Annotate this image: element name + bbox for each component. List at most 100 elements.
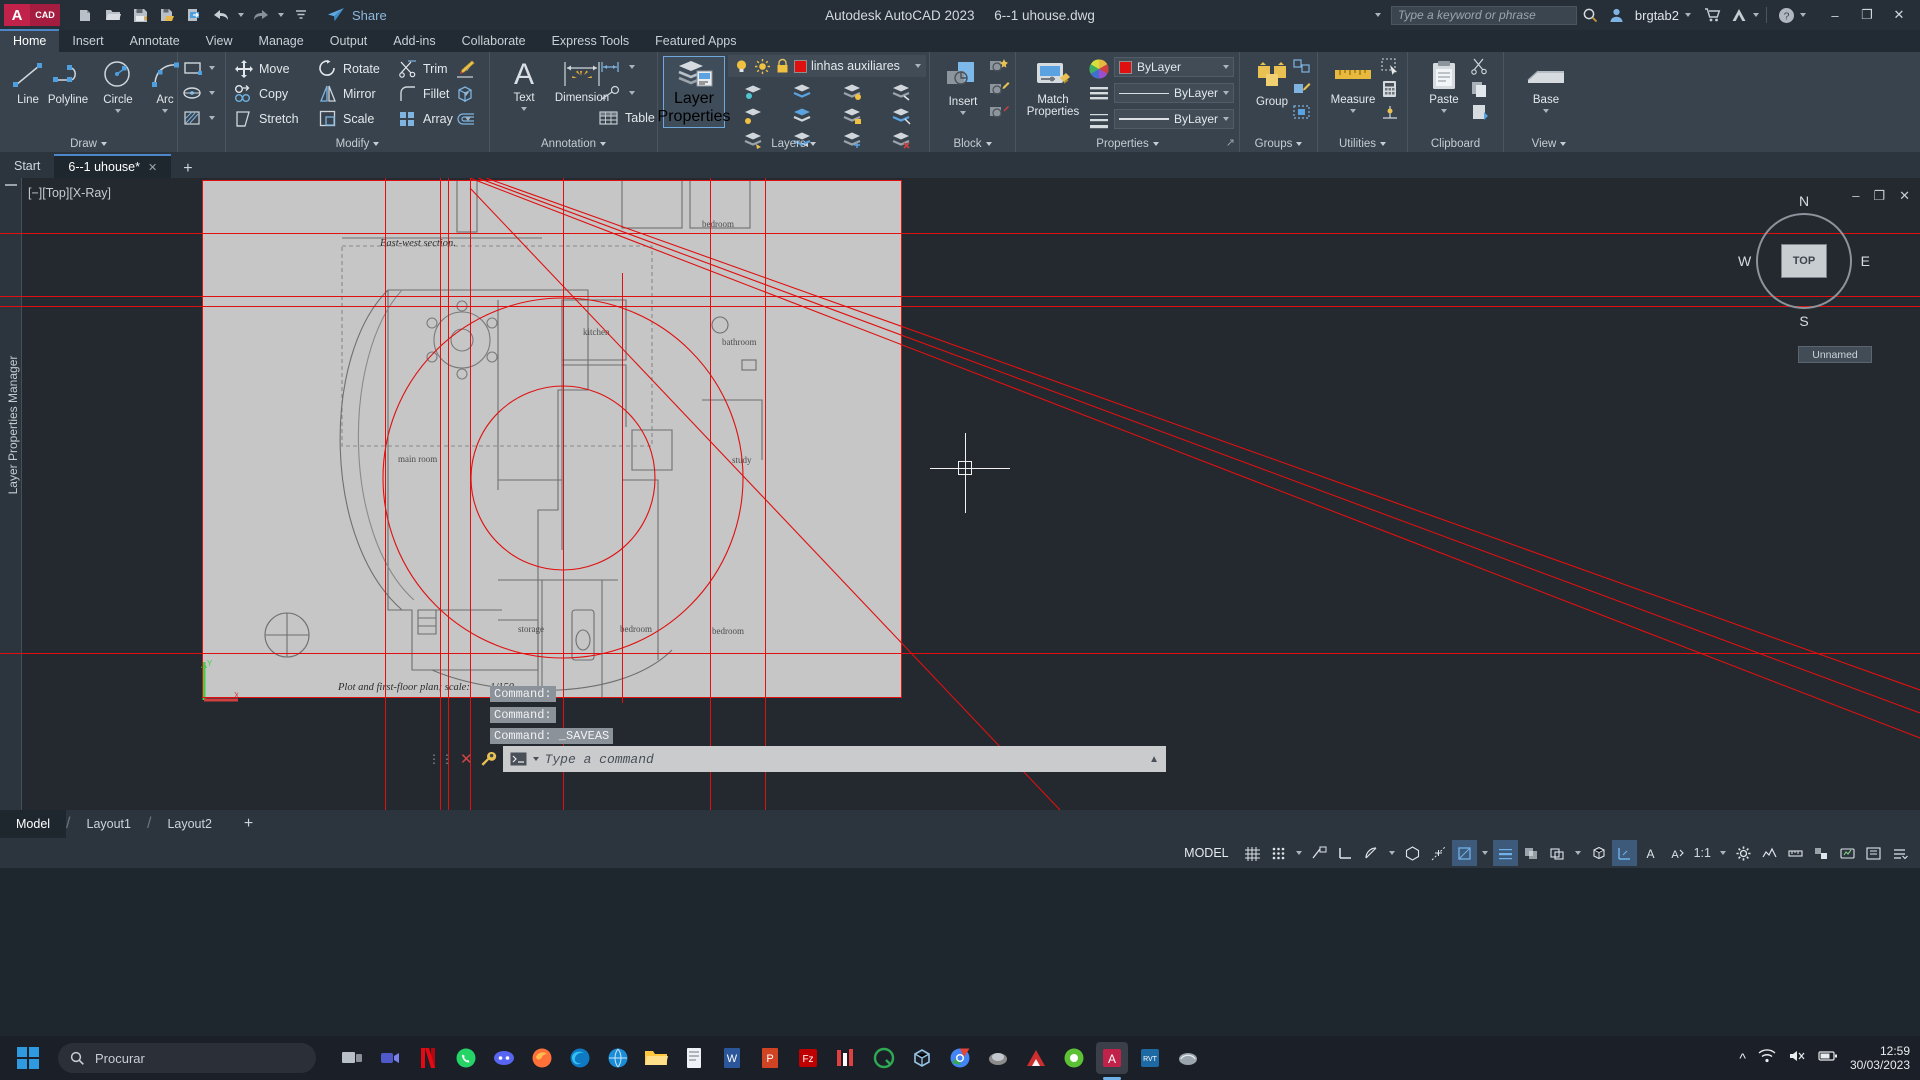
annotation-scale-caret-icon[interactable]	[1716, 840, 1730, 866]
annotation-visibility-icon[interactable]: A	[1638, 840, 1663, 866]
taskbar-sketchup-icon[interactable]	[906, 1042, 938, 1074]
layer-color-swatch[interactable]	[794, 59, 807, 73]
panel-draw-label[interactable]: Draw	[0, 138, 177, 150]
model-space-button[interactable]: MODEL	[1174, 846, 1238, 860]
panel-modify-label[interactable]: Modify	[226, 138, 489, 150]
tab-add-ins[interactable]: Add-ins	[380, 31, 448, 52]
view-cube-top-face[interactable]: TOP	[1781, 244, 1827, 278]
tab-output[interactable]: Output	[317, 31, 381, 52]
taskbar-netflix-icon[interactable]	[412, 1042, 444, 1074]
panel-layers-label[interactable]: Layers	[658, 138, 929, 150]
layer-isolate-icon[interactable]	[728, 80, 778, 104]
linetype-dropdown[interactable]: ByLayer	[1114, 83, 1234, 103]
taskbar-revit-icon[interactable]: RVT	[1134, 1042, 1166, 1074]
lineweight-icon[interactable]	[1492, 840, 1518, 866]
open-icon[interactable]	[101, 3, 125, 27]
taskbar-notepad-icon[interactable]	[678, 1042, 710, 1074]
panel-groups-label[interactable]: Groups	[1240, 138, 1317, 150]
taskbar-archicad-icon[interactable]	[1020, 1042, 1052, 1074]
leader-button[interactable]	[598, 85, 635, 101]
arc-dropdown-icon[interactable]	[162, 109, 168, 113]
add-layout-button[interactable]: +	[228, 810, 269, 838]
taskbar-autocad-icon[interactable]: A	[1096, 1042, 1128, 1080]
share-button[interactable]: Share	[326, 6, 387, 24]
annotation-autoscale-icon[interactable]: A	[1664, 840, 1689, 866]
infer-constraints-icon[interactable]	[1307, 840, 1332, 866]
quick-select-button[interactable]	[1380, 57, 1400, 75]
dropdown-icon[interactable]	[1571, 840, 1585, 866]
view-cube-north-label[interactable]: N	[1799, 193, 1809, 209]
graphics-performance-icon[interactable]	[1835, 840, 1860, 866]
layout-tab-layout1[interactable]: Layout1	[71, 810, 147, 838]
viewport-label[interactable]: [−][Top][X-Ray]	[28, 186, 111, 200]
revision-cloud-dropdown-icon[interactable]	[209, 91, 215, 95]
help-icon[interactable]: ?	[1774, 3, 1798, 27]
new-drawing-tab-button[interactable]: +	[171, 160, 204, 178]
measure-button[interactable]: Measure	[1322, 60, 1384, 113]
close-icon[interactable]: ✕	[148, 161, 157, 174]
color-wheel-icon[interactable]	[1088, 58, 1110, 80]
offset-button[interactable]	[454, 109, 476, 129]
group-edit-button[interactable]	[1292, 80, 1312, 98]
text-dropdown-icon[interactable]	[521, 107, 527, 111]
layer-freeze-tool-icon[interactable]	[827, 80, 877, 104]
taskbar-edge-icon[interactable]	[564, 1042, 596, 1074]
osnap-dropdown-icon[interactable]	[1478, 840, 1492, 866]
move-button[interactable]: Move	[234, 59, 290, 79]
erase-button[interactable]	[454, 59, 476, 79]
selection-cycling-icon[interactable]	[1545, 840, 1570, 866]
viewport-close-icon[interactable]: ✕	[1899, 188, 1910, 204]
hatch-button[interactable]	[182, 109, 215, 127]
save-icon[interactable]	[128, 3, 152, 27]
rotate-button[interactable]: Rotate	[318, 59, 380, 79]
view-cube[interactable]: TOP N S E W	[1738, 193, 1870, 329]
base-view-button[interactable]: Base	[1518, 62, 1574, 113]
help-menu-caret-icon[interactable]	[1800, 13, 1806, 17]
taskbar-powerpoint-icon[interactable]: P	[754, 1042, 786, 1074]
layer-lock-icon[interactable]	[775, 58, 790, 75]
drag-grip-icon[interactable]: ⋮⋮	[428, 753, 454, 765]
taskbar-media-app-icon[interactable]	[982, 1042, 1014, 1074]
taskbar-search-box[interactable]: Procurar	[58, 1043, 316, 1073]
panel-properties-label[interactable]: Properties	[1016, 138, 1239, 150]
layout-tab-layout2[interactable]: Layout2	[151, 810, 227, 838]
snap-dropdown-icon[interactable]	[1292, 840, 1306, 866]
paste-special-button[interactable]	[1470, 103, 1490, 121]
taskbar-audio-app-icon[interactable]	[830, 1042, 862, 1074]
close-button[interactable]: ✕	[1884, 0, 1914, 30]
tab-start[interactable]: Start	[0, 154, 54, 178]
minimize-button[interactable]: –	[1820, 0, 1850, 30]
taskbar-chrome-icon[interactable]	[944, 1042, 976, 1074]
polar-dropdown-icon[interactable]	[1385, 840, 1399, 866]
view-cube-east-label[interactable]: E	[1861, 253, 1870, 269]
help-search-input[interactable]	[1390, 5, 1577, 25]
stretch-button[interactable]: Stretch	[234, 109, 299, 129]
dynamic-ucs-icon[interactable]	[1611, 840, 1637, 866]
object-snap-tracking-icon[interactable]	[1426, 840, 1451, 866]
polyline-button[interactable]: Polyline	[40, 58, 96, 106]
show-hidden-icons-icon[interactable]: ^	[1739, 1050, 1746, 1066]
linear-dimension-button[interactable]	[598, 59, 635, 75]
insert-block-button[interactable]: Insert	[935, 60, 991, 115]
tab-home[interactable]: Home	[0, 29, 60, 52]
ucs-name-dropdown[interactable]: Unnamed	[1798, 346, 1872, 363]
3d-box-button[interactable]	[454, 84, 476, 104]
redo-dropdown-icon[interactable]	[276, 3, 286, 27]
taskbar-teams-icon[interactable]	[374, 1042, 406, 1074]
taskbar-clock[interactable]: 12:59 30/03/2023	[1850, 1044, 1910, 1072]
layer-freeze-icon[interactable]	[754, 58, 771, 75]
drawing-canvas[interactable]: Layer Properties Manager [−][Top][X-Ray]…	[0, 178, 1920, 810]
customize-icon[interactable]	[289, 3, 313, 27]
base-view-dropdown-icon[interactable]	[1543, 109, 1549, 113]
tab-view[interactable]: View	[193, 31, 246, 52]
taskbar-word-icon[interactable]: W	[716, 1042, 748, 1074]
ungroup-button[interactable]	[1292, 57, 1312, 75]
hatch-dropdown-icon[interactable]	[209, 116, 215, 120]
match-properties-button[interactable]: Match Properties	[1021, 60, 1085, 118]
tab-insert[interactable]: Insert	[59, 31, 116, 52]
layer-turn-all-on-icon[interactable]	[728, 104, 778, 128]
search-icon[interactable]	[1579, 3, 1603, 27]
object-color-caret-icon[interactable]	[1223, 65, 1229, 69]
shopping-cart-icon[interactable]	[1701, 3, 1725, 27]
lineweight-caret-icon[interactable]	[1223, 117, 1229, 121]
